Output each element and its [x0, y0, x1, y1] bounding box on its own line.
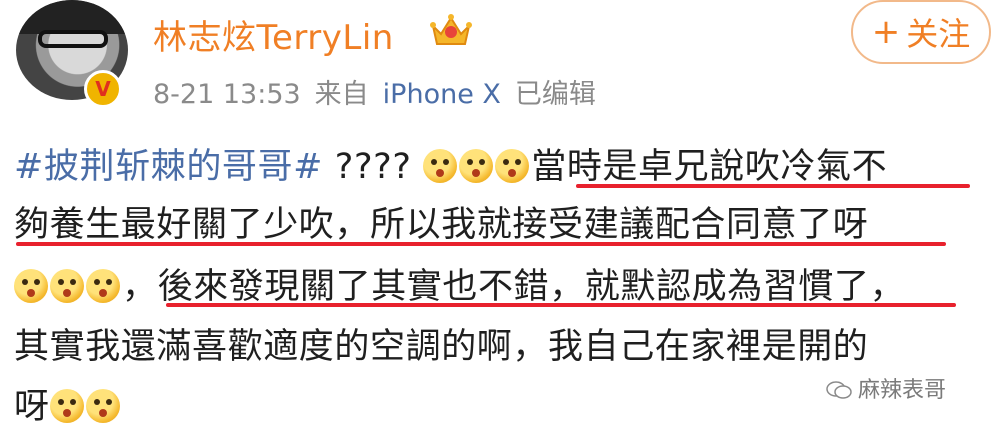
username[interactable]: 林志炫TerryLin [153, 10, 394, 59]
post-line-4: 其實我還滿喜歡適度的空調的啊，我自己在家裡是開的 [14, 318, 868, 369]
emoji-icon [14, 269, 48, 303]
comma: ， [122, 267, 158, 307]
source-prefix: 来自 [314, 79, 369, 110]
question-marks: ???? [323, 147, 424, 187]
highlight-underline [16, 242, 946, 246]
post-text-1: 當時是卓兄說吹冷氣不 [531, 147, 888, 187]
crown-icon [430, 14, 472, 45]
post-line-5: 呀 [14, 378, 122, 429]
post-date: 8-21 13:53 [153, 79, 301, 110]
post-line-3: ，後來發現關了其實也不錯，就默認成為習慣了， [14, 258, 905, 309]
edited-label[interactable]: 已编辑 [515, 79, 596, 110]
post-text-4: 其實我還滿喜歡適度的空調的啊，我自己在家裡是開的 [14, 327, 869, 367]
post-line-1: #披荆斩棘的哥哥# ???? 當時是卓兄說吹冷氣不 [14, 138, 887, 189]
watermark: 麻辣表哥 [826, 372, 946, 404]
emoji-icon [495, 149, 530, 183]
post-text-2: 夠養生最好關了少吹，所以我就接受建議配合同意了呀 [14, 205, 869, 245]
post-meta: 8-21 13:53 来自 iPhone X 已编辑 [153, 72, 610, 111]
post-line-2: 夠養生最好關了少吹，所以我就接受建議配合同意了呀 [14, 196, 868, 247]
post-text-3: 後來發現關了其實也不錯，就默認成為習慣了， [157, 267, 906, 307]
hashtag-link[interactable]: #披荆斩棘的哥哥# [14, 147, 323, 187]
wechat-icon [826, 381, 852, 399]
highlight-underline [576, 184, 970, 188]
emoji-icon [49, 389, 84, 423]
follow-button[interactable]: + 关注 [851, 0, 991, 64]
emoji-icon [423, 149, 458, 183]
post-text-5: 呀 [14, 387, 50, 427]
emoji-icon [50, 269, 84, 303]
highlight-underline [166, 303, 956, 307]
avatar-glasses [38, 30, 108, 48]
plus-icon: + [871, 12, 901, 52]
emoji-icon [459, 149, 494, 183]
watermark-text: 麻辣表哥 [858, 378, 947, 403]
avatar-hair [16, 0, 128, 34]
follow-label: 关注 [906, 15, 971, 53]
emoji-icon [86, 269, 120, 303]
device-link[interactable]: iPhone X [383, 79, 501, 110]
verified-badge-icon: V [84, 70, 122, 108]
emoji-icon [85, 389, 120, 423]
